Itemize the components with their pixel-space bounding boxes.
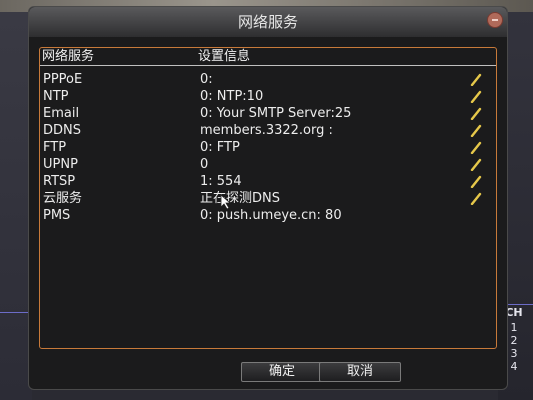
- table-row[interactable]: PMS 0: push.umeye.cn: 80: [40, 207, 496, 224]
- service-name: Email: [43, 106, 80, 121]
- table-row[interactable]: RTSP 1: 554: [40, 173, 496, 190]
- service-info: 正在探测DNS: [200, 191, 280, 206]
- service-name: PPPoE: [43, 72, 83, 87]
- service-info: 0: Your SMTP Server:25: [200, 106, 352, 121]
- mouse-cursor-icon: [220, 194, 232, 210]
- edit-icon[interactable]: [470, 192, 482, 205]
- service-name: DDNS: [43, 123, 81, 138]
- table-row[interactable]: 云服务 正在探测DNS: [40, 190, 496, 207]
- edit-icon[interactable]: [470, 124, 482, 137]
- dialog-title-bar: 网络服务: [29, 7, 507, 37]
- column-header-config: 设置信息: [198, 49, 251, 64]
- service-info: 0: FTP: [200, 140, 240, 155]
- edit-icon[interactable]: [470, 141, 482, 154]
- service-name: RTSP: [43, 174, 76, 189]
- network-service-dialog: 网络服务 网络服务 设置信息 PPPoE 0: NTP 0: NTP:10 Em…: [28, 6, 508, 390]
- service-info: 0: push.umeye.cn: 80: [200, 208, 342, 223]
- edit-icon[interactable]: [470, 175, 482, 188]
- column-header-service: 网络服务: [42, 49, 95, 64]
- dialog-title: 网络服务: [237, 13, 298, 31]
- service-name: NTP: [43, 89, 69, 104]
- service-info: 0:: [200, 72, 213, 87]
- table-row[interactable]: PPPoE 0:: [40, 71, 496, 88]
- edit-icon[interactable]: [470, 73, 482, 86]
- service-info: 0: NTP:10: [200, 89, 264, 104]
- edit-icon[interactable]: [470, 158, 482, 171]
- service-name: UPNP: [43, 157, 78, 172]
- service-table: 网络服务 设置信息 PPPoE 0: NTP 0: NTP:10 Email 0…: [39, 47, 497, 349]
- ok-button[interactable]: 确定: [241, 362, 323, 382]
- table-header: 网络服务 设置信息: [40, 48, 496, 66]
- service-name: PMS: [43, 208, 71, 223]
- edit-icon[interactable]: [470, 90, 482, 103]
- table-row[interactable]: FTP 0: FTP: [40, 139, 496, 156]
- service-name: FTP: [43, 140, 67, 155]
- table-row[interactable]: UPNP 0: [40, 156, 496, 173]
- table-row[interactable]: Email 0: Your SMTP Server:25: [40, 105, 496, 122]
- table-row[interactable]: NTP 0: NTP:10: [40, 88, 496, 105]
- edit-icon[interactable]: [470, 107, 482, 120]
- table-row[interactable]: DDNS members.3322.org :: [40, 122, 496, 139]
- close-button[interactable]: [487, 12, 503, 28]
- service-info: 1: 554: [200, 174, 242, 189]
- cancel-button[interactable]: 取消: [319, 362, 401, 382]
- service-info: 0: [200, 157, 209, 172]
- service-info: members.3322.org :: [200, 123, 333, 138]
- service-name: 云服务: [43, 191, 83, 206]
